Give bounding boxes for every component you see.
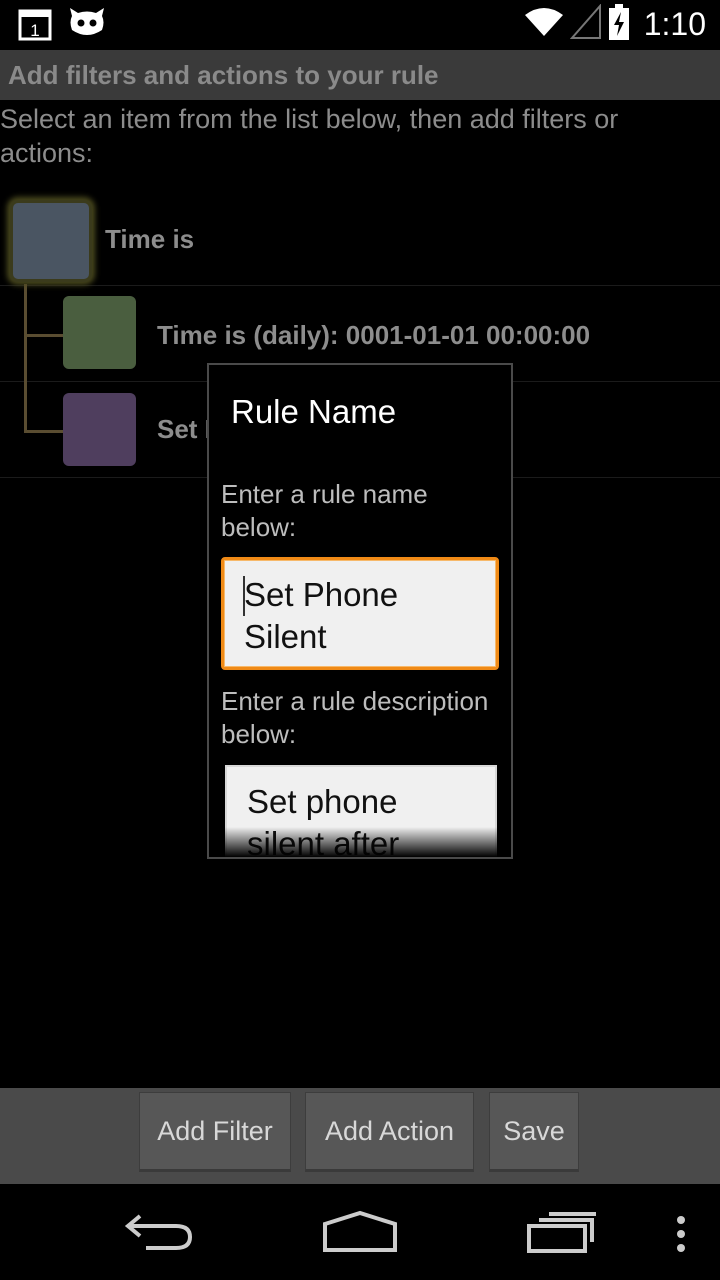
- cell-signal-icon: [569, 3, 602, 44]
- filter-color-swatch: [63, 296, 136, 369]
- add-action-button[interactable]: Add Action: [305, 1092, 474, 1172]
- recent-apps-icon[interactable]: [526, 1210, 598, 1258]
- status-bar: 1 1:10: [0, 0, 720, 50]
- navigation-bar: [0, 1184, 720, 1280]
- home-icon[interactable]: [322, 1210, 398, 1258]
- tree-connector: [24, 334, 64, 337]
- battery-charging-icon: [608, 4, 630, 44]
- calendar-day: 1: [30, 21, 39, 40]
- page-title: Add filters and actions to your rule: [0, 50, 720, 100]
- overflow-menu-icon[interactable]: [674, 1214, 688, 1258]
- notification-icons: 1: [18, 6, 106, 42]
- screen: 1 1:10 Add filters and actions to your r…: [0, 0, 720, 1280]
- calendar-notification-icon: 1: [18, 7, 52, 41]
- rule-name-value: Set Phone Silent: [244, 576, 399, 655]
- rule-name-label: Enter a rule name below:: [221, 479, 428, 542]
- add-filter-button[interactable]: Add Filter: [139, 1092, 291, 1172]
- rule-name-input[interactable]: Set Phone Silent: [221, 557, 499, 670]
- save-button[interactable]: Save: [489, 1092, 579, 1172]
- scroll-fade: [209, 827, 511, 857]
- dialog-title: Rule Name: [231, 393, 397, 430]
- wifi-icon: [524, 6, 564, 42]
- system-icons: 1:10: [524, 3, 706, 44]
- back-icon[interactable]: [124, 1210, 196, 1258]
- action-color-swatch: [63, 393, 136, 466]
- text-caret: [243, 576, 245, 616]
- root-color-swatch: [10, 200, 92, 282]
- tree-item-root[interactable]: Time is: [0, 190, 720, 286]
- action-button-bar: Add Filter Add Action Save: [0, 1088, 720, 1184]
- instruction-text: Select an item from the list below, then…: [0, 104, 619, 168]
- cyanogen-mascot-icon: [68, 6, 106, 42]
- tree-connector: [24, 430, 64, 433]
- rule-name-dialog: Rule Name Enter a rule name below: Set P…: [207, 363, 513, 859]
- rule-description-label: Enter a rule description below:: [221, 686, 489, 749]
- clock: 1:10: [643, 5, 706, 42]
- tree-item-label: Time is (daily): 0001-01-01 00:00:00: [157, 320, 591, 350]
- tree-item-label: Time is: [105, 224, 195, 254]
- tree-connector: [24, 284, 27, 432]
